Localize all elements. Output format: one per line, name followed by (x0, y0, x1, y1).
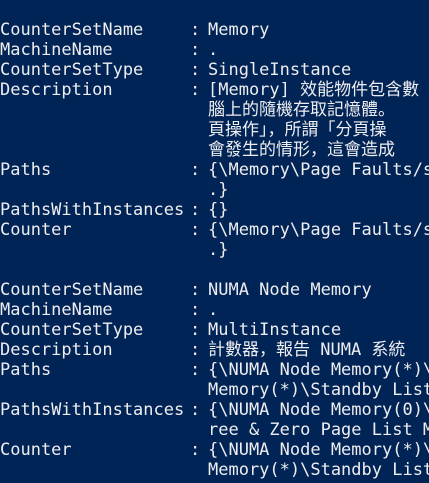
property-value: Memory (208, 20, 270, 40)
property-value: SingleInstance (208, 60, 352, 80)
property-row: CounterSetName : NUMA Node Memory (0, 280, 429, 300)
property-separator: : (190, 220, 201, 240)
property-value: . (208, 40, 219, 60)
powershell-console[interactable]: CounterSetName : Memory MachineName : . … (0, 0, 429, 483)
property-value: {\Memory\Page Faults/s (208, 220, 429, 240)
property-row: CounterSetName : Memory (0, 20, 429, 40)
property-row: Description : [Memory] 效能物件包含數 (0, 80, 429, 100)
property-separator: : (190, 280, 201, 300)
property-name: Paths (0, 360, 52, 380)
property-value-continuation: .} (208, 240, 229, 260)
property-value: NUMA Node Memory (208, 280, 372, 300)
property-name: Paths (0, 160, 52, 180)
property-value: {} (208, 200, 229, 220)
property-name: CounterSetName (0, 20, 144, 40)
property-name: MachineName (0, 40, 113, 60)
property-row: CounterSetType : SingleInstance (0, 60, 429, 80)
property-row: MachineName : . (0, 300, 429, 320)
property-row: PathsWithInstances : {\NUMA Node Memory(… (0, 400, 429, 420)
property-name: PathsWithInstances (0, 400, 185, 420)
property-name: CounterSetType (0, 320, 144, 340)
property-separator: : (190, 300, 201, 320)
property-value-continuation: Memory(*)\Standby List (208, 380, 429, 400)
property-name: CounterSetType (0, 60, 144, 80)
property-separator: : (190, 400, 201, 420)
property-name: Description (0, 80, 113, 100)
property-value: {\NUMA Node Memory(*)\ (208, 360, 429, 380)
property-value: {\NUMA Node Memory(*)\ (208, 440, 429, 460)
property-separator: : (190, 40, 201, 60)
property-separator: : (190, 200, 201, 220)
property-separator: : (190, 60, 201, 80)
property-name: PathsWithInstances (0, 200, 185, 220)
property-row: Paths : {\NUMA Node Memory(*)\ (0, 360, 429, 380)
property-value-continuation: 腦上的隨機存取記憶體。 (208, 100, 395, 120)
property-value-continuation: ree & Zero Page List M (208, 420, 429, 440)
property-name: Counter (0, 220, 72, 240)
property-value: MultiInstance (208, 320, 342, 340)
property-separator: : (190, 160, 201, 180)
property-row: Counter : {\NUMA Node Memory(*)\ (0, 440, 429, 460)
property-value: [Memory] 效能物件包含數 (208, 80, 420, 100)
property-separator: : (190, 360, 201, 380)
property-value: {\NUMA Node Memory(0)\ (208, 400, 429, 420)
property-value-continuation: Memory(*)\Standby List (208, 460, 429, 480)
property-separator: : (190, 80, 201, 100)
property-row: MachineName : . (0, 40, 429, 60)
property-row: CounterSetType : MultiInstance (0, 320, 429, 340)
property-value: . (208, 300, 219, 320)
property-separator: : (190, 440, 201, 460)
property-row: PathsWithInstances : {} (0, 200, 429, 220)
property-value-continuation: .} (208, 180, 229, 200)
property-value: {\Memory\Page Faults/s (208, 160, 429, 180)
property-separator: : (190, 20, 201, 40)
property-row: Description : 計數器，報告 NUMA 系統 (0, 340, 429, 360)
property-name: CounterSetName (0, 280, 144, 300)
property-name: Description (0, 340, 113, 360)
property-row: Paths : {\Memory\Page Faults/s (0, 160, 429, 180)
property-row: Counter : {\Memory\Page Faults/s (0, 220, 429, 240)
property-value-continuation: 會發生的情形，這會造成 (208, 140, 395, 160)
property-separator: : (190, 320, 201, 340)
property-value-continuation: 頁操作」，所謂「分頁操 (208, 120, 387, 140)
property-separator: : (190, 340, 201, 360)
property-value: 計數器，報告 NUMA 系統 (208, 340, 406, 360)
property-name: MachineName (0, 300, 113, 320)
property-name: Counter (0, 440, 72, 460)
